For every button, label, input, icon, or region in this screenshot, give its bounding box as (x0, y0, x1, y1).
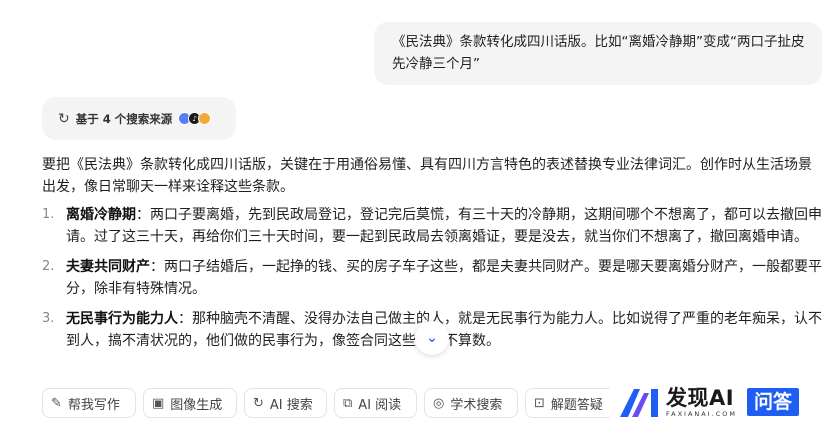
watermark-url: FAXIANAI.COM (666, 410, 737, 418)
solve-question-button[interactable]: ⊡ 解题答疑 (525, 388, 619, 418)
sources-label: 基于 4 个搜索来源 (75, 111, 173, 126)
solve-icon: ⊡ (534, 395, 545, 411)
watermark: 发现AI FAXIANAI.COM 问答 (610, 378, 831, 426)
ai-search-button[interactable]: ↻ AI 搜索 (244, 388, 327, 418)
chevron-down-icon: ⌄ (426, 330, 438, 346)
list-item-number: 2. (42, 259, 55, 274)
watermark-name: 发现AI (666, 386, 735, 410)
list-item-term: 无民事行为能力人 (66, 311, 178, 327)
tool-label: 解题答疑 (550, 397, 603, 413)
list-item: 2. 夫妻共同财产：两口子结婚后，一起挣的钱、买的房子车子这些，都是夫妻共同财产… (42, 256, 822, 300)
list-item-number: 1. (42, 207, 55, 222)
list-item-term: 离婚冷静期 (66, 207, 136, 223)
source-icon (198, 112, 212, 125)
tool-label: AI 阅读 (358, 397, 402, 413)
refresh-icon: ↻ (58, 110, 70, 127)
watermark-badge: 问答 (746, 388, 799, 416)
faxianai-logo (620, 389, 658, 417)
academic-icon: ◎ (433, 395, 445, 411)
pen-icon: ✎ (51, 395, 62, 411)
list-item-text: ：两口子要离婚，先到民政局登记，登记完后莫慌，有三十天的冷静期，这期间哪个不想离… (66, 207, 822, 245)
tool-label: 学术搜索 (450, 397, 503, 413)
academic-search-button[interactable]: ◎ 学术搜索 (424, 388, 518, 418)
list-item: 1. 离婚冷静期：两口子要离婚，先到民政局登记，登记完后莫慌，有三十天的冷静期，… (42, 204, 822, 248)
search-icon: ↻ (253, 395, 264, 411)
ai-read-button[interactable]: ⧉ AI 阅读 (334, 388, 417, 418)
image-generation-button[interactable]: ▣ 图像生成 (143, 388, 237, 418)
scroll-down-button[interactable]: ⌄ (415, 321, 449, 355)
tool-label: AI 搜索 (269, 397, 313, 413)
tool-label: 帮我写作 (67, 397, 120, 413)
source-icons: ♪ (178, 112, 212, 125)
write-button[interactable]: ✎ 帮我写作 (42, 388, 136, 418)
list-item-text: ：两口子结婚后，一起挣的钱、买的房子车子这些，都是夫妻共同财产。要是哪天要离婚分… (66, 259, 822, 297)
search-sources-button[interactable]: ↻ 基于 4 个搜索来源 ♪ (42, 97, 236, 140)
user-message-text: 《民法典》条款转化成四川话版。比如“离婚冷静期”变成“两口子扯皮先冷静三个月” (392, 34, 805, 72)
list-item-term: 夫妻共同财产 (66, 259, 150, 275)
user-message-bubble: 《民法典》条款转化成四川话版。比如“离婚冷静期”变成“两口子扯皮先冷静三个月” (374, 22, 822, 85)
answer-intro: 要把《民法典》条款转化成四川话版，关键在于用通俗易懂、具有四川方言特色的表述替换… (42, 157, 812, 195)
list-item-number: 3. (42, 311, 55, 326)
tool-label: 图像生成 (170, 397, 223, 413)
read-icon: ⧉ (343, 395, 353, 411)
content-fade (0, 350, 831, 380)
image-icon: ▣ (152, 395, 165, 411)
